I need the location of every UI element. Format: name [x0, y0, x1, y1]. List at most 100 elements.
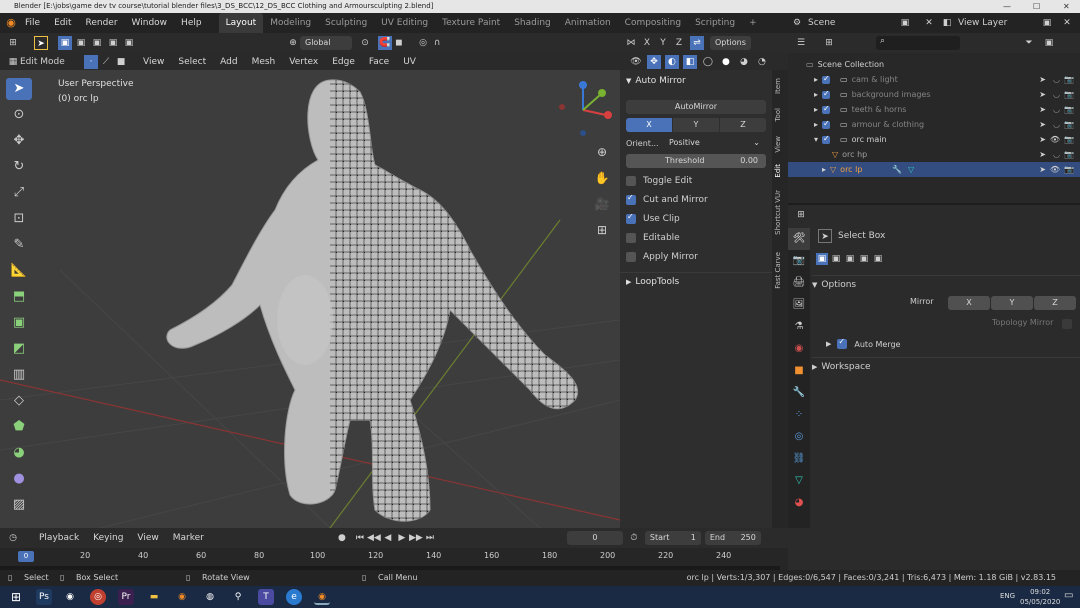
jump-end-icon[interactable]: ⏭ [423, 531, 437, 545]
selectable-icon[interactable]: ➤ [1039, 75, 1046, 84]
render-tab-icon[interactable]: 📷 [788, 250, 810, 272]
selectable-icon[interactable]: ➤ [1039, 120, 1046, 129]
modifiers-tab-icon[interactable]: 🔧 [788, 382, 810, 404]
outliner-row-background-images[interactable]: ▸ ▭background images ➤ ◡ 📷 [788, 87, 1080, 102]
transform-tool-icon[interactable]: ⊡ [6, 208, 32, 230]
auto-mirror-panel-header[interactable]: ▼ Auto Mirror [620, 72, 772, 90]
tool-settings-tab-icon[interactable]: 🛠 [788, 228, 810, 250]
use-clip-checkbox[interactable]: Use Clip [620, 210, 772, 228]
selectable-icon[interactable]: ➤ [1039, 165, 1046, 174]
hide-icon[interactable]: ◡ [1053, 105, 1060, 114]
cursor-tool-icon[interactable]: ⊙ [6, 104, 32, 126]
tab-animation[interactable]: Animation [558, 13, 618, 33]
automirror-button[interactable]: AutoMirror [626, 100, 766, 114]
jump-start-icon[interactable]: ⏮ [353, 531, 367, 545]
close-button[interactable]: ✕ [1063, 0, 1070, 13]
photoshop-icon[interactable]: Ps [36, 589, 52, 605]
annotate-tool-icon[interactable]: ✎ [6, 234, 32, 256]
mirror-z-toggle[interactable]: Z [672, 36, 686, 50]
tab-view[interactable]: View [774, 136, 786, 153]
scale-tool-icon[interactable]: ⤢ [6, 182, 32, 204]
data-tab-icon[interactable]: ▽ [788, 470, 810, 492]
current-frame-field[interactable]: 0 [566, 531, 623, 545]
hide-icon[interactable]: ◡ [1053, 120, 1060, 129]
selectable-icon[interactable]: ➤ [1039, 90, 1046, 99]
mirror-z-button[interactable]: Z [1034, 296, 1076, 310]
premiere-icon[interactable]: Pr [118, 589, 134, 605]
exclude-checkbox[interactable] [822, 74, 831, 84]
new-view-layer-icon[interactable]: ▣ [1040, 16, 1054, 30]
exclude-checkbox[interactable] [822, 134, 831, 144]
menu-mesh[interactable]: Mesh [245, 52, 283, 72]
cut-and-mirror-check[interactable] [626, 193, 636, 205]
clock[interactable]: 09:02 05/05/2020 [1020, 587, 1060, 607]
tab-sculpting[interactable]: Sculpting [318, 13, 374, 33]
inset-tool-icon[interactable]: ▣ [6, 312, 32, 334]
extrude-tool-icon[interactable]: ⬒ [6, 286, 32, 308]
editor-type-icon[interactable]: ⊞ [6, 36, 20, 50]
gizmo-z-handle[interactable] [579, 81, 587, 89]
start-frame-field[interactable]: Start 1 [644, 531, 701, 545]
frame-ruler[interactable]: 0 20 40 60 80 100 120 140 160 180 200 22… [0, 548, 788, 570]
eye-icon[interactable]: 👁 [1050, 135, 1060, 144]
tab-shortcut-vur[interactable]: Shortcut VUr [774, 190, 786, 235]
menu-help[interactable]: Help [174, 13, 209, 33]
play-reverse-icon[interactable]: ◀ [381, 531, 395, 545]
render-icon[interactable]: 📷 [1064, 75, 1074, 84]
selectable-icon[interactable]: ➤ [1039, 150, 1046, 159]
hide-icon[interactable]: ◡ [1053, 75, 1060, 84]
output-tab-icon[interactable]: 🖨 [788, 272, 810, 294]
world-tab-icon[interactable]: ◉ [788, 338, 810, 360]
tab-uv-editing[interactable]: UV Editing [374, 13, 435, 33]
use-clip-check[interactable] [626, 212, 636, 224]
exclude-checkbox[interactable] [822, 119, 831, 129]
editable-checkbox[interactable]: Editable [620, 229, 772, 247]
timeline-editor-icon[interactable]: ◷ [6, 531, 20, 545]
options-dropdown[interactable]: Options [710, 36, 751, 50]
chrome-icon[interactable]: ◎ [90, 589, 106, 605]
pan-hand-icon[interactable]: ✋ [592, 168, 612, 188]
zoom-icon[interactable]: ⊕ [592, 142, 612, 162]
axis-y-toggle[interactable]: Y [673, 118, 719, 132]
select-mode-intersect-icon[interactable]: ▣ [122, 36, 136, 50]
menu-marker[interactable]: Marker [166, 528, 211, 548]
options-section-header[interactable]: ▼ Options [812, 275, 1080, 293]
navigation-gizmo[interactable] [559, 81, 612, 136]
xray-icon[interactable]: ◧ [682, 55, 697, 69]
end-frame-field[interactable]: End 250 [704, 531, 761, 545]
poly-build-tool-icon[interactable]: ⬟ [6, 416, 32, 438]
threshold-field[interactable]: Threshold 0.00 [626, 154, 766, 168]
language-indicator[interactable]: ENG [1000, 592, 1015, 600]
minimize-button[interactable]: — [1003, 0, 1011, 13]
playhead[interactable]: 0 [18, 551, 34, 562]
tab-fast-carve[interactable]: Fast Carve [774, 252, 786, 289]
snap-target-icon[interactable]: ◼ [392, 36, 406, 50]
edge-select-icon[interactable]: ⟋ [99, 55, 113, 69]
blender-taskbar-icon[interactable]: ◉ [174, 589, 190, 605]
app-icon[interactable]: ◍ [202, 589, 218, 605]
delete-scene-icon[interactable]: ✕ [922, 16, 936, 30]
record-icon[interactable]: ● [335, 531, 349, 545]
outliner-row-orc-main[interactable]: ▾ ▭orc main ➤ 👁 📷 [788, 132, 1080, 147]
tab-texture-paint[interactable]: Texture Paint [435, 13, 507, 33]
auto-merge-checkbox[interactable] [837, 337, 848, 349]
new-scene-icon[interactable]: ▣ [898, 16, 912, 30]
menu-keying[interactable]: Keying [86, 528, 130, 548]
render-icon[interactable]: 📷 [1064, 150, 1074, 159]
notification-icon[interactable]: ▭ [1064, 590, 1073, 601]
outliner-row-armour-clothing[interactable]: ▸ ▭armour & clothing ➤ ◡ 📷 [788, 117, 1080, 132]
delete-view-layer-icon[interactable]: ✕ [1060, 16, 1074, 30]
outliner-editor-icon[interactable]: ☰ [794, 36, 808, 50]
tab-item[interactable]: Item [774, 78, 786, 94]
tab-tool[interactable]: Tool [774, 108, 786, 122]
overlay-icon[interactable]: ◐ [664, 55, 679, 69]
shear-tool-icon[interactable]: ▨ [6, 494, 32, 516]
menu-window[interactable]: Window [125, 13, 175, 33]
scene-tab-icon[interactable]: ⚗ [788, 316, 810, 338]
menu-playback[interactable]: Playback [32, 528, 86, 548]
camera-view-icon[interactable]: 🎥 [592, 194, 612, 214]
mirror-y-button[interactable]: Y [991, 296, 1033, 310]
tab-compositing[interactable]: Compositing [618, 13, 688, 33]
material-shading-icon[interactable]: ◕ [737, 55, 751, 69]
workspace-section-header[interactable]: ▶ Workspace [812, 357, 1080, 375]
